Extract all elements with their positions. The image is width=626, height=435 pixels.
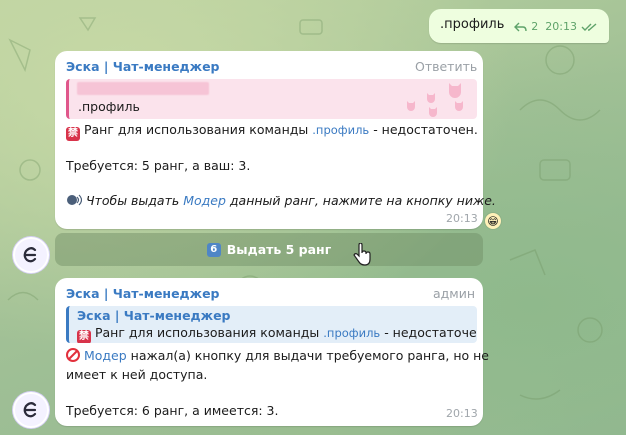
bot-logo-icon: [23, 247, 37, 263]
no-entry-icon: [66, 348, 80, 362]
quoted-message-2[interactable]: Эска | Чат-менеджер 禁 Ранг для использов…: [66, 306, 477, 343]
reply-action[interactable]: Ответить: [415, 59, 477, 74]
quoted-sender: Эска | Чат-менеджер: [77, 308, 231, 323]
message-2-sender[interactable]: Эска | Чат-менеджер: [66, 286, 220, 301]
give-rank-button[interactable]: 6 Выдать 5 ранг: [55, 233, 483, 266]
admin-role-badge: админ: [433, 286, 476, 301]
keycap-six-icon: 6: [206, 242, 221, 257]
hidden-sender-name: [77, 82, 209, 95]
message-1-sender[interactable]: Эска | Чат-менеджер: [66, 59, 220, 74]
message-1-line-2: Требуется: 5 ранг, а ваш: 3.: [66, 158, 251, 173]
command-tag[interactable]: .профиль: [312, 123, 369, 137]
message-2-line-1b: имеет к ней доступа.: [66, 367, 208, 382]
quoted-message[interactable]: .профиль: [66, 79, 477, 119]
prohibited-emoji-icon: 禁: [66, 127, 80, 141]
message-2-time: 20:13: [446, 407, 478, 420]
message-1-line-3: Чтобы выдать Модер данный ранг, нажмите …: [66, 193, 496, 208]
message-2-line-1: Модер нажал(а) кнопку для выдачи требуем…: [66, 348, 489, 363]
hand-cursor-icon: [353, 243, 371, 266]
quoted-text: .профиль: [78, 99, 140, 114]
outgoing-time: 20:13: [545, 20, 577, 33]
double-check-icon: [581, 22, 597, 31]
reply-arrow-icon: [514, 22, 527, 31]
reply-count: 2: [531, 20, 539, 33]
bot-logo-icon: [23, 402, 37, 418]
bot-avatar-1[interactable]: [13, 237, 49, 273]
prohibited-emoji-icon: 禁: [77, 330, 91, 343]
message-1-line-1: 禁 Ранг для использования команды .профил…: [66, 122, 478, 141]
quoted-text-2: 禁 Ранг для использования команды .профил…: [77, 325, 477, 343]
grin-reaction-icon[interactable]: 😁: [485, 213, 501, 229]
give-rank-button-label: Выдать 5 ранг: [226, 242, 332, 257]
outgoing-message[interactable]: .профиль 2 20:13: [429, 9, 609, 43]
moder-mention-link[interactable]: Модер: [183, 193, 226, 208]
outgoing-text: .профиль: [440, 17, 505, 32]
message-1-time: 20:13: [446, 212, 478, 225]
cat-pattern-icon: [407, 83, 463, 117]
bot-avatar-2[interactable]: [13, 392, 49, 428]
message-2-line-2: Требуется: 6 ранг, а имеется: 3.: [66, 403, 279, 418]
outgoing-meta: 2 20:13: [514, 20, 599, 33]
moder-mention-link-2[interactable]: Модер: [84, 348, 127, 363]
speaking-head-icon: [67, 194, 83, 206]
